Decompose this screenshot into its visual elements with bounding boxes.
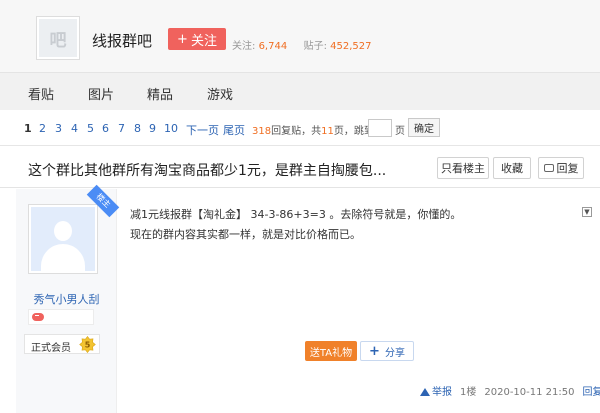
page-link[interactable]: 8 [134, 122, 141, 135]
page-suffix: 页 [395, 126, 405, 137]
post-footer: 举报 1楼 2020-10-11 21:50 回复 [420, 383, 600, 398]
follow-button[interactable]: + 关注 [168, 28, 226, 50]
followers-label: 关注: [232, 41, 256, 52]
page-link-current: 1 [24, 122, 32, 135]
page-link[interactable]: 2 [39, 122, 46, 135]
plus-icon: + [177, 31, 188, 47]
nav-item-images[interactable]: 图片 [88, 84, 114, 103]
post-time: 2020-10-11 21:50 [484, 387, 575, 398]
page-link[interactable]: 7 [118, 122, 125, 135]
last-page-link[interactable]: 尾页 [223, 122, 245, 138]
gamepad-icon [32, 313, 44, 321]
post-line: 现在的群内容其实都一样，就是对比价格而已。 [130, 228, 361, 241]
only-host-button[interactable]: 只看楼主 [437, 157, 489, 179]
page-link[interactable]: 9 [149, 122, 156, 135]
page-link[interactable]: 6 [102, 122, 109, 135]
report-link[interactable]: 举报 [420, 387, 452, 398]
nav-item-posts[interactable]: 看贴 [28, 84, 54, 103]
total-pages: 11 [321, 126, 334, 137]
confirm-jump-button[interactable]: 确定 [408, 118, 440, 137]
post-menu-toggle[interactable]: ▼ [582, 207, 592, 217]
thread-title: 这个群比其他群所有淘宝商品都少1元，是群主自掏腰包... [28, 163, 387, 179]
followers-count: 6,744 [258, 41, 288, 52]
forum-nav: 看贴 图片 精品 游戏 [0, 72, 600, 110]
posts-count: 452,527 [330, 41, 372, 52]
page-link[interactable]: 10 [164, 122, 178, 135]
reply-label: 回复 [556, 162, 579, 175]
author-name[interactable]: 秀气小男人刮 [16, 291, 117, 307]
collect-button[interactable]: 收藏 [493, 157, 531, 179]
share-button[interactable]: + 分享 [360, 341, 414, 361]
author-panel: 秀气小男人刮 正式会员 5 [16, 189, 117, 413]
page-link[interactable]: 5 [87, 122, 94, 135]
forum-logo-text: 吧 [39, 19, 77, 57]
floor-number: 1楼 [460, 387, 477, 398]
default-avatar-icon [31, 207, 95, 271]
posts-label: 贴子: [303, 41, 327, 52]
forum-name[interactable]: 线报群吧 [92, 30, 152, 51]
reply-summary: 318回复贴，共11页，跳到 [252, 122, 374, 137]
share-label: 分享 [384, 347, 405, 359]
post-reply-link[interactable]: 回复 [583, 387, 600, 398]
nav-item-featured[interactable]: 精品 [147, 84, 173, 103]
game-badge[interactable] [28, 309, 94, 325]
level-icon: 5 [79, 336, 96, 353]
forum-logo[interactable]: 吧 [36, 16, 80, 60]
forum-stats: 关注: 6,744 贴子: 452,527 [232, 37, 372, 52]
jump-page-input[interactable] [368, 119, 392, 137]
member-label: 正式会员 [31, 343, 71, 354]
page-link[interactable]: 4 [71, 122, 78, 135]
member-level-badge[interactable]: 正式会员 5 [24, 334, 100, 354]
share-plus-icon: + [369, 343, 380, 359]
reply-label: 回复贴，共 [271, 126, 322, 137]
forum-header: 吧 线报群吧 + 关注 关注: 6,744 贴子: 452,527 [0, 0, 600, 72]
avatar[interactable] [28, 204, 98, 274]
reply-icon [543, 164, 554, 172]
total-label: 页， [333, 126, 354, 137]
post-content: 减1元线报群【淘礼金】 34-3-86+3=3 。去除符号就是，你懂的。 现在的… [130, 205, 570, 245]
warning-icon [420, 388, 430, 396]
follow-label: 关注 [190, 33, 217, 49]
post-line: 减1元线报群【淘礼金】 34-3-86+3=3 。去除符号就是，你懂的。 [130, 208, 462, 221]
send-gift-button[interactable]: 送TA礼物 [305, 341, 357, 361]
post: 秀气小男人刮 正式会员 5 楼主 减1元线报群【淘礼金】 34-3-86+3=3… [0, 184, 600, 413]
nav-item-games[interactable]: 游戏 [207, 84, 233, 103]
reply-count: 318 [252, 126, 272, 137]
next-page-link[interactable]: 下一页 [186, 122, 219, 138]
page-link[interactable]: 3 [55, 122, 62, 135]
level-number: 5 [85, 341, 91, 350]
pagination: 1 2 3 4 5 6 7 8 9 10 下一页 尾页 318回复贴，共11页，… [0, 110, 600, 146]
reply-button[interactable]: 回复 [538, 157, 584, 179]
thread-title-bar: 这个群比其他群所有淘宝商品都少1元，是群主自掏腰包... 只看楼主 收藏 回复 [0, 148, 600, 188]
